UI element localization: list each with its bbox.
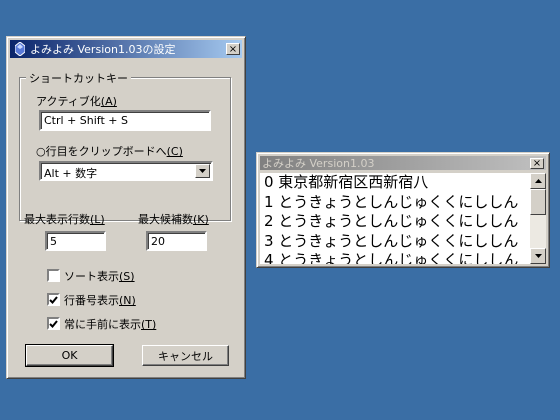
scroll-up-button[interactable] bbox=[530, 173, 546, 189]
activate-hotkey-field[interactable]: Ctrl + Shift + S bbox=[39, 110, 211, 131]
sort-checkbox[interactable] bbox=[47, 269, 60, 282]
scroll-down-button[interactable] bbox=[530, 248, 546, 264]
candidate-window: よみよみ Version1.03 × 0 東京都新宿区西新宿八 1 とうきょうと… bbox=[256, 152, 550, 268]
settings-dialog: よみよみ Version1.03の設定 × ショートカットキー アクティブ化(A… bbox=[6, 36, 246, 379]
always-on-top-checkbox[interactable] bbox=[47, 317, 60, 330]
dropdown-arrow-icon[interactable] bbox=[195, 164, 210, 178]
candidate-row[interactable]: 1 とうきょうとしんじゅくくにししん bbox=[260, 193, 530, 213]
clipboard-label: ○行目をクリップボードへ(C) bbox=[36, 145, 183, 158]
line-number-label: 行番号表示(N) bbox=[64, 294, 136, 307]
candidate-row[interactable]: 2 とうきょうとしんじゅくくにししん bbox=[260, 212, 530, 232]
clipboard-hotkey-select[interactable]: Alt + 数字 bbox=[39, 161, 213, 181]
checkmark-icon bbox=[49, 319, 58, 328]
arrow-up-icon bbox=[534, 179, 542, 183]
scroll-thumb[interactable] bbox=[530, 189, 546, 215]
max-candidates-label: 最大候補数(K) bbox=[138, 213, 209, 226]
shortcut-group-legend: ショートカットキー bbox=[26, 70, 131, 86]
candidate-row[interactable]: 3 とうきょうとしんじゅくくにししん bbox=[260, 232, 530, 252]
always-on-top-label: 常に手前に表示(T) bbox=[64, 318, 157, 331]
line-number-checkbox[interactable] bbox=[47, 293, 60, 306]
arrow-down-icon bbox=[534, 254, 542, 258]
max-rows-label: 最大表示行数(L) bbox=[24, 213, 105, 226]
candidate-row[interactable]: 0 東京都新宿区西新宿八 bbox=[260, 173, 530, 193]
settings-close-button[interactable]: × bbox=[226, 43, 240, 55]
sort-label: ソート表示(S) bbox=[64, 270, 135, 283]
activate-label: アクティブ化(A) bbox=[36, 95, 117, 108]
settings-title: よみよみ Version1.03の設定 bbox=[30, 43, 176, 56]
max-candidates-field[interactable]: 20 bbox=[146, 231, 207, 251]
ok-button[interactable]: OK bbox=[25, 344, 114, 367]
candidate-row[interactable]: 4 とうきょうとしんじゅくくにししん bbox=[260, 251, 530, 264]
candidate-scrollbar[interactable] bbox=[530, 173, 546, 264]
candidate-title: よみよみ Version1.03 bbox=[262, 157, 375, 170]
cancel-button[interactable]: キャンセル bbox=[142, 345, 229, 366]
clipboard-hotkey-value: Alt + 数字 bbox=[44, 167, 98, 180]
candidate-title-bar[interactable]: よみよみ Version1.03 × bbox=[260, 156, 546, 170]
candidate-list: 0 東京都新宿区西新宿八 1 とうきょうとしんじゅくくにししん 2 とうきょうと… bbox=[260, 173, 530, 264]
max-rows-field[interactable]: 5 bbox=[45, 231, 106, 251]
app-gem-icon bbox=[13, 42, 27, 56]
candidate-close-button[interactable]: × bbox=[530, 157, 544, 169]
checkmark-icon bbox=[49, 295, 58, 304]
settings-title-bar[interactable]: よみよみ Version1.03の設定 × bbox=[10, 40, 242, 58]
